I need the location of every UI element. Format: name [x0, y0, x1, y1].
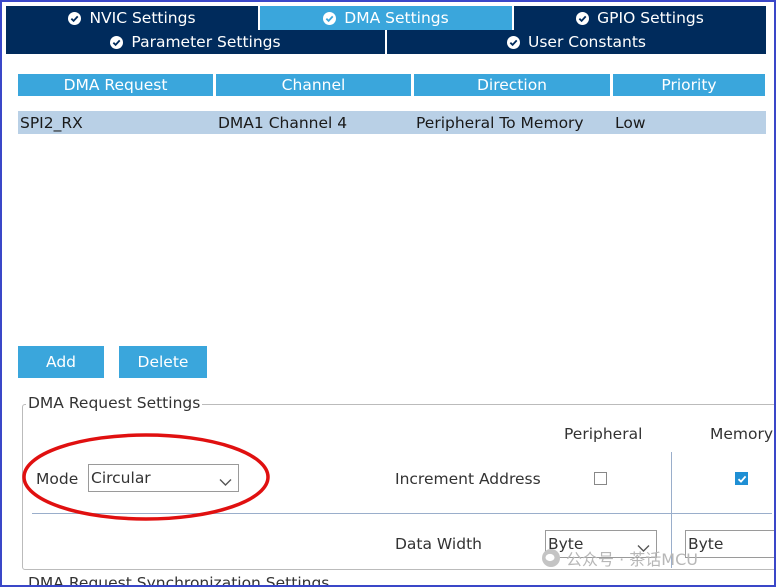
wechat-icon	[542, 549, 560, 567]
dma-settings-window: NVIC Settings DMA Settings GPIO Settings…	[0, 0, 776, 587]
watermark: 公众号 · 茶话MCU	[542, 546, 698, 570]
red-annotation-ellipse	[22, 433, 270, 521]
watermark-text: 公众号 · 茶话MCU	[566, 550, 698, 569]
